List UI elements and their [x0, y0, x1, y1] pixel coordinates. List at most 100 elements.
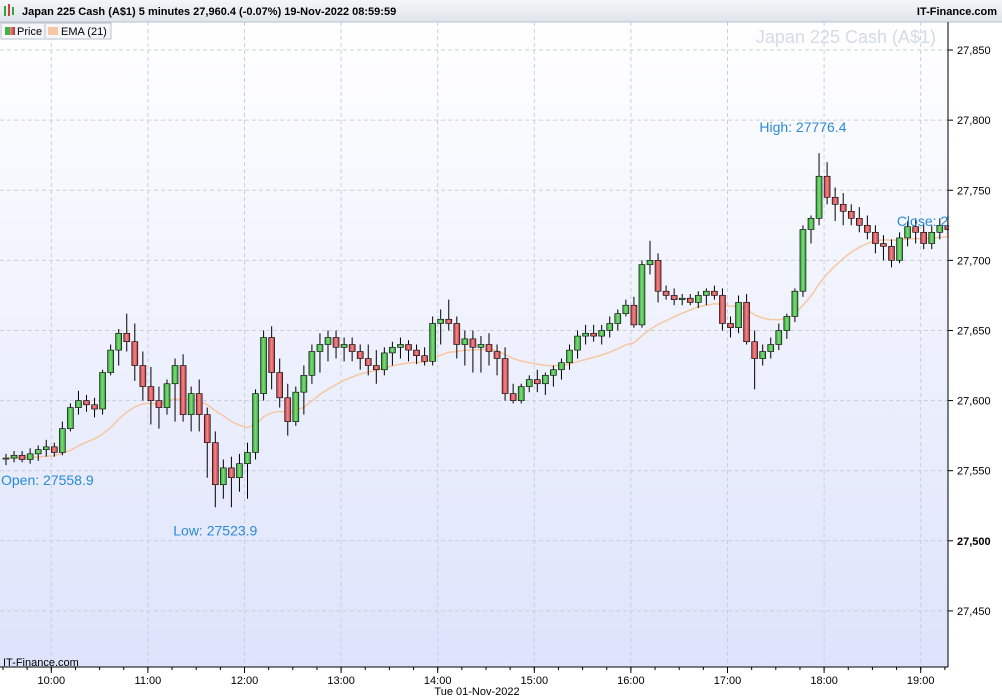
candle-body-down: [686, 297, 694, 303]
candle-body-up: [244, 452, 251, 464]
candle-body-up: [638, 264, 646, 326]
candle-body-up: [252, 393, 259, 453]
candle-body-up: [316, 344, 324, 352]
price-chart: Open: 27558.9Low: 27523.9High: 27776.4Cl…: [0, 0, 1002, 700]
y-tick-label: 27,450: [957, 606, 991, 618]
candle-body-down: [284, 397, 292, 422]
candle-body-up: [75, 400, 82, 408]
legend-ema-label[interactable]: EMA (21): [61, 26, 107, 38]
candle: [67, 403, 74, 432]
x-tick-label: 12:00: [231, 675, 259, 687]
chart-title: Japan 225 Cash (A$1) 5 minutes 27,960.4 …: [22, 6, 396, 18]
candle-body-up: [389, 347, 396, 354]
x-tick-label: 16:00: [617, 675, 645, 687]
candle-body-up: [558, 362, 565, 371]
candle: [429, 316, 436, 366]
candle-body-up: [928, 232, 936, 244]
candle-body-up: [381, 352, 388, 371]
candle-body-up: [397, 344, 404, 348]
y-tick-label: 27,750: [957, 185, 991, 197]
candle-body-down: [727, 323, 734, 328]
candle-body-down: [711, 290, 718, 296]
candle-body-down: [864, 225, 871, 233]
y-tick-label: 27,800: [957, 115, 991, 127]
chart-window: Open: 27558.9 Low: 27523.9 High: 27776.4 Cl…: [0, 0, 1002, 700]
candle-body-up: [614, 313, 622, 324]
price-annotation: Open: 27558.9: [1, 472, 94, 488]
candle-body-down: [453, 323, 461, 345]
legend-price-label[interactable]: Price: [17, 26, 42, 38]
candle-body-up: [678, 297, 686, 300]
candle-body-down: [91, 404, 98, 410]
x-tick-label: 17:00: [714, 675, 742, 687]
candle-body-up: [187, 393, 195, 415]
candle-body-up: [340, 344, 348, 348]
candle-body-down: [445, 318, 453, 324]
candle-body-down: [743, 302, 750, 342]
candle-body-down: [888, 246, 895, 261]
candle-body-down: [421, 355, 428, 362]
candle-body-up: [550, 369, 557, 376]
x-tick-label: 15:00: [521, 675, 549, 687]
candle-body-down: [268, 337, 275, 373]
candle-body-down: [332, 337, 340, 348]
candle-body-up: [525, 379, 533, 387]
candle-body-down: [405, 344, 412, 351]
candle-body-down: [212, 442, 219, 486]
y-tick-label: 27,550: [957, 466, 991, 478]
candle-body-up: [517, 386, 525, 401]
candle-body-down: [501, 358, 509, 394]
candle-body-up: [461, 338, 469, 345]
candle-body-up: [220, 467, 227, 486]
candle: [799, 225, 807, 297]
candle-body-down: [179, 365, 187, 415]
candle-body-up: [606, 323, 614, 331]
candle: [292, 386, 300, 426]
candle-body-down: [823, 175, 831, 198]
candle: [517, 383, 525, 404]
candle-body-down: [123, 332, 131, 342]
candle-body-down: [662, 290, 670, 296]
candle-body-up: [99, 372, 106, 410]
candle-body-up: [10, 454, 18, 459]
candle-body-down: [469, 338, 477, 348]
price-annotation: Low: 27523.9: [173, 522, 257, 538]
candle-body-down: [364, 358, 372, 366]
candle-body-up: [107, 349, 114, 373]
y-tick-label: 27,500: [957, 536, 991, 548]
x-tick-label: 19:00: [907, 675, 935, 687]
candle-body-down: [509, 393, 517, 401]
candle-body-up: [67, 407, 74, 429]
candle-body-up: [59, 428, 66, 453]
candle-body-up: [300, 375, 308, 393]
x-tick-label: 18:00: [810, 675, 838, 687]
candle-body-up: [308, 351, 316, 376]
candle-body-down: [83, 400, 90, 406]
x-tick-label: 13:00: [327, 675, 355, 687]
candle-body-down: [155, 400, 163, 408]
y-tick-label: 27,700: [957, 255, 991, 267]
candle-body-down: [356, 351, 364, 359]
candle: [260, 330, 267, 401]
candle-body-down: [670, 295, 678, 300]
candle-body-down: [880, 243, 887, 247]
candle-body-up: [896, 237, 903, 261]
candle-body-down: [413, 349, 420, 357]
candle-body-up: [542, 375, 549, 385]
source-watermark: IT-Finance.com: [3, 657, 79, 669]
candle-body-down: [50, 446, 58, 453]
watermark-title: Japan 225 Cash (A$1): [756, 27, 936, 47]
candle-body-up: [783, 316, 791, 331]
candle-body-up: [574, 335, 581, 351]
candle-body-up: [703, 290, 710, 296]
candle-body-down: [831, 196, 839, 205]
candle-body-up: [646, 260, 654, 265]
candle-body-up: [34, 449, 42, 455]
candle-body-down: [276, 372, 284, 399]
candle-body-down: [203, 414, 211, 443]
candle: [252, 389, 259, 460]
candle-body-up: [324, 337, 332, 345]
candle-body-up: [163, 383, 171, 408]
price-annotation: High: 27776.4: [759, 119, 846, 135]
candle: [99, 369, 106, 415]
